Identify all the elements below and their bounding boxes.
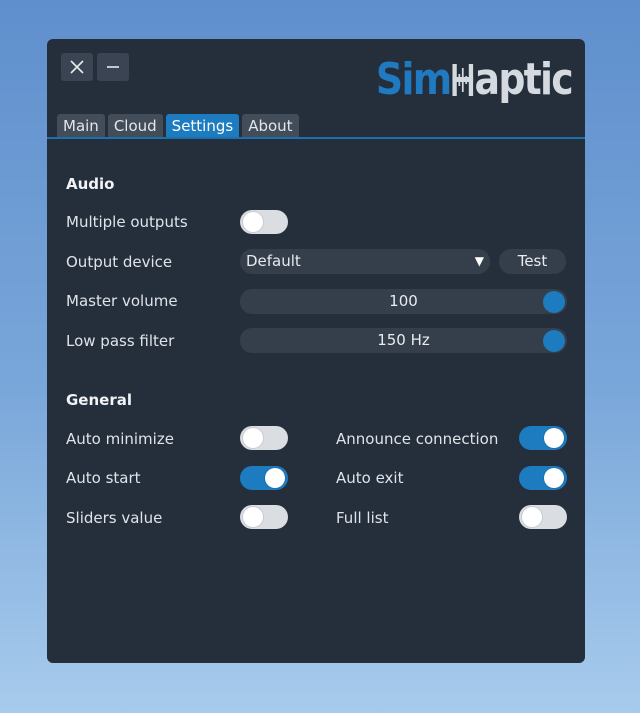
audio-section-title: Audio: [66, 175, 115, 193]
auto-start-label: Auto start: [66, 469, 141, 487]
close-button[interactable]: [61, 53, 93, 81]
toggle-knob: [243, 507, 263, 527]
multiple-outputs-toggle[interactable]: [240, 210, 288, 234]
toggle-knob: [243, 212, 263, 232]
close-icon: [70, 60, 84, 74]
auto-minimize-toggle[interactable]: [240, 426, 288, 450]
tab-bar: Main Cloud Settings About: [57, 114, 299, 138]
toggle-knob: [544, 468, 564, 488]
minimize-button[interactable]: [97, 53, 129, 81]
tab-settings[interactable]: Settings: [165, 114, 240, 138]
master-volume-label: Master volume: [66, 292, 178, 310]
full-list-label: Full list: [336, 509, 389, 527]
test-button[interactable]: Test: [499, 249, 566, 274]
toggle-knob: [522, 507, 542, 527]
simhaptic-window: Sim aptic Main Cloud Settings About Audi…: [47, 39, 585, 663]
minimize-icon: [107, 66, 119, 68]
logo-sim-text: Sim: [375, 54, 452, 105]
tab-cloud[interactable]: Cloud: [107, 114, 163, 138]
full-list-toggle[interactable]: [519, 505, 567, 529]
low-pass-filter-slider[interactable]: 150 Hz: [240, 328, 567, 353]
output-device-value: Default: [246, 252, 301, 270]
toggle-knob: [544, 428, 564, 448]
master-volume-slider[interactable]: 100: [240, 289, 567, 314]
toggle-knob: [265, 468, 285, 488]
toggle-knob: [243, 428, 263, 448]
auto-start-toggle[interactable]: [240, 466, 288, 490]
master-volume-value: 100: [389, 292, 418, 310]
auto-minimize-label: Auto minimize: [66, 430, 174, 448]
multiple-outputs-label: Multiple outputs: [66, 213, 188, 231]
slider-handle[interactable]: [543, 329, 565, 352]
auto-exit-label: Auto exit: [336, 469, 404, 487]
tab-main[interactable]: Main: [57, 114, 105, 138]
dropdown-arrow-icon: ▼: [474, 254, 484, 268]
low-pass-filter-value: 150 Hz: [377, 331, 430, 349]
announce-connection-toggle[interactable]: [519, 426, 567, 450]
general-section-title: General: [66, 391, 132, 409]
announce-connection-label: Announce connection: [336, 430, 499, 448]
waveform-icon: [452, 64, 473, 96]
tab-underline: [47, 137, 585, 139]
auto-exit-toggle[interactable]: [519, 466, 567, 490]
logo-haptic-text: aptic: [474, 54, 573, 105]
low-pass-filter-label: Low pass filter: [66, 332, 175, 350]
tab-about[interactable]: About: [242, 114, 299, 138]
output-device-select[interactable]: Default ▼: [240, 249, 490, 274]
output-device-label: Output device: [66, 253, 173, 271]
slider-handle[interactable]: [543, 290, 565, 313]
sliders-value-label: Sliders value: [66, 509, 163, 527]
sliders-value-toggle[interactable]: [240, 505, 288, 529]
simhaptic-logo: Sim aptic: [375, 53, 574, 107]
